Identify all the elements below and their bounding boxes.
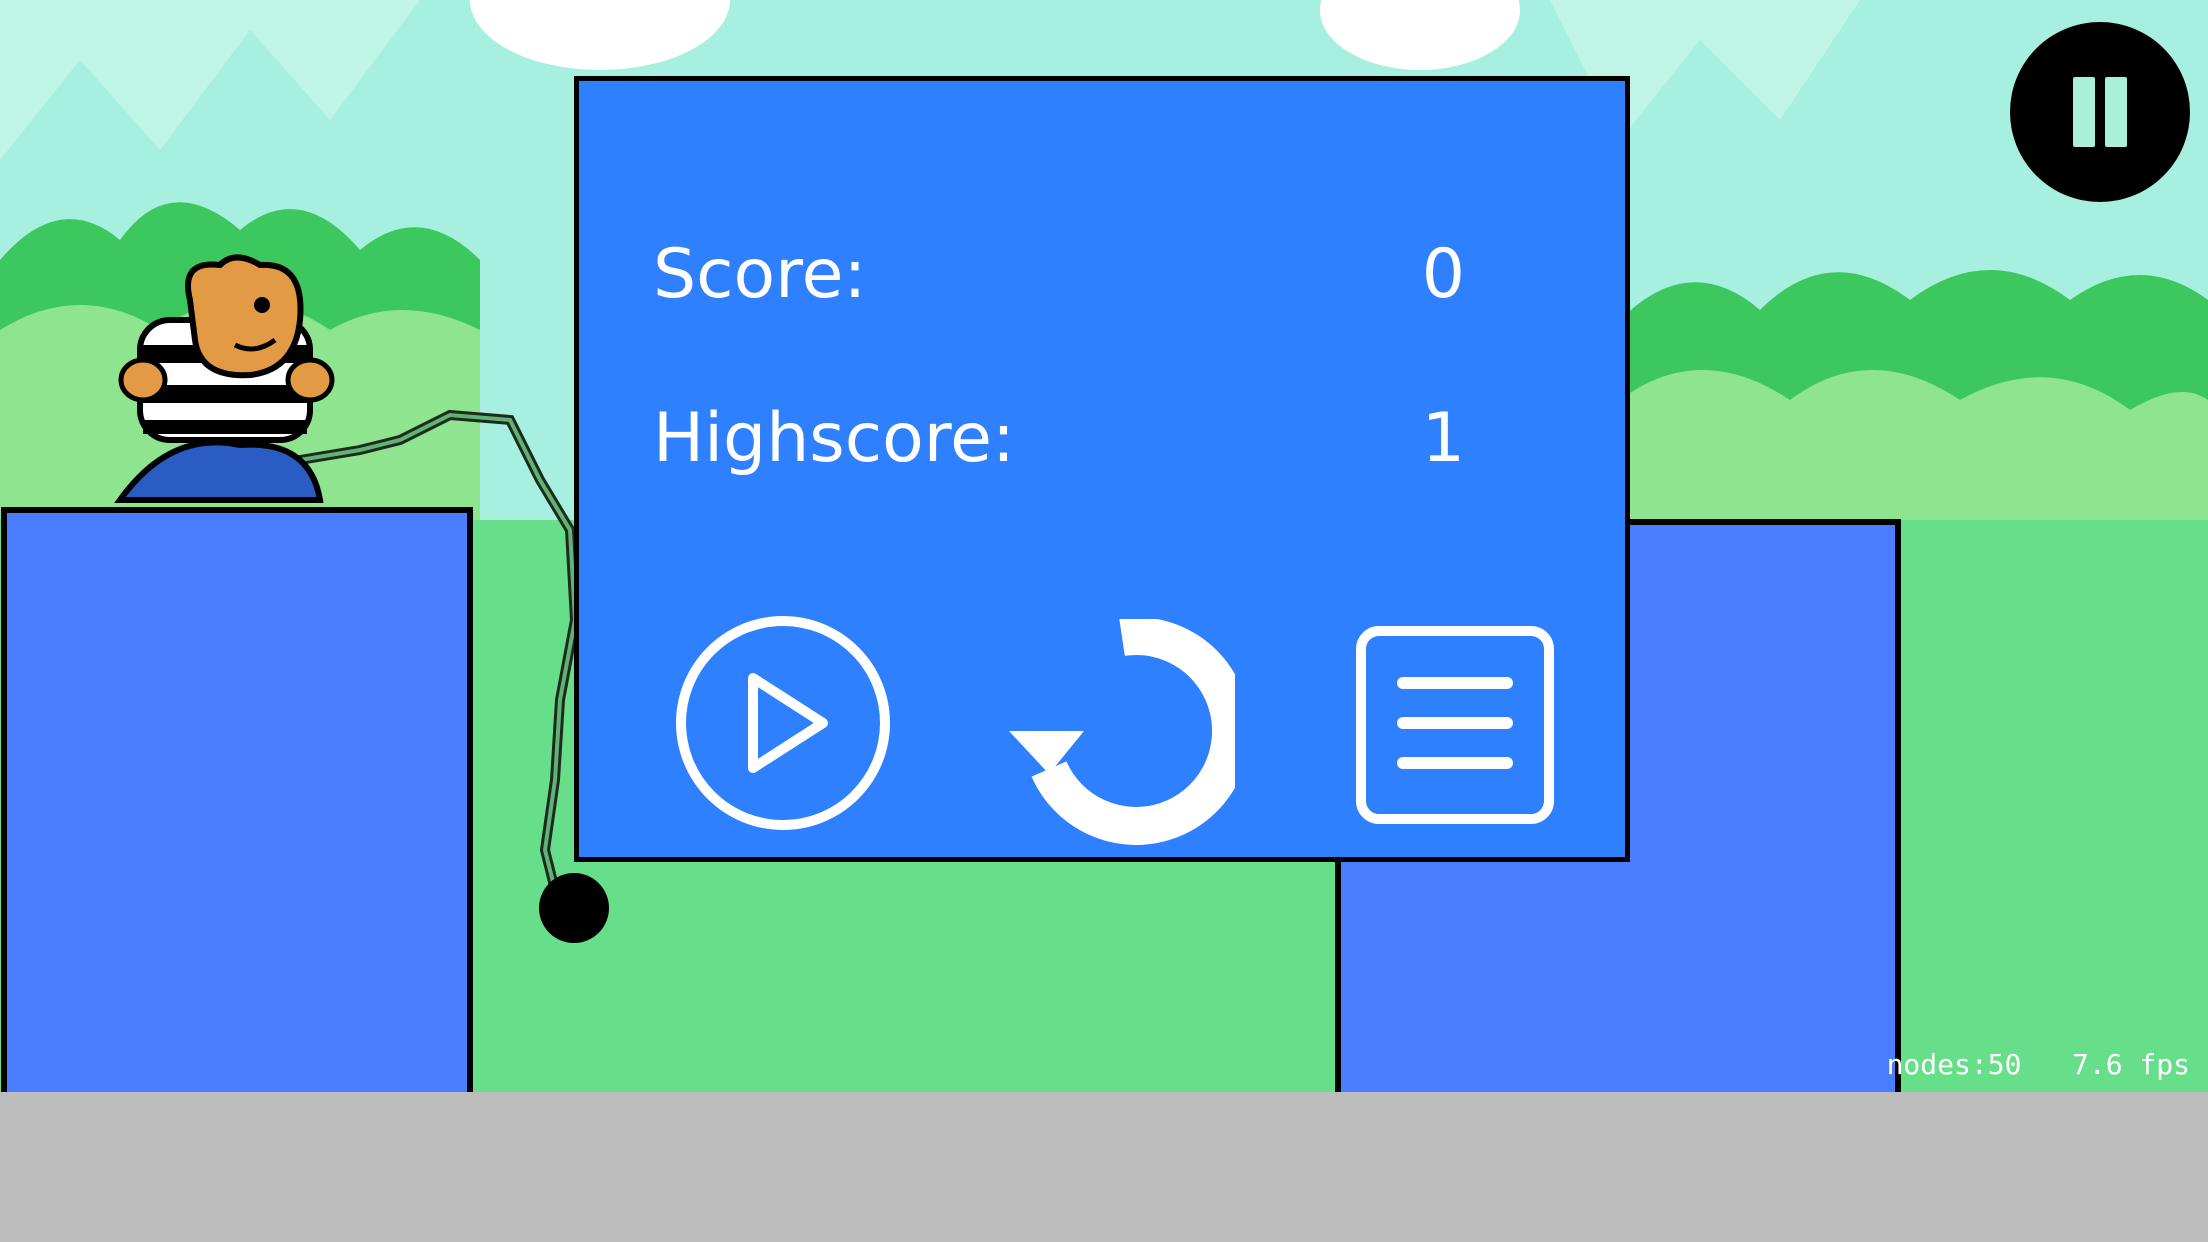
restart-button[interactable]	[1009, 616, 1250, 845]
highscore-value: 1	[1421, 399, 1465, 478]
score-value: 0	[1421, 235, 1465, 314]
score-label: Score:	[653, 235, 867, 314]
menu-button[interactable]	[1355, 625, 1555, 825]
left-pillar	[1, 507, 473, 1098]
game-over-panel: Score: 0 Highscore: 1	[574, 76, 1630, 862]
iron-ball	[539, 873, 609, 943]
pause-icon	[2073, 77, 2095, 147]
restart-icon	[1009, 616, 1250, 845]
highscore-label: Highscore:	[653, 399, 1015, 478]
resume-button[interactable]	[673, 613, 893, 833]
play-icon	[676, 616, 890, 830]
debug-stats: nodes:50 7.6 fps	[1886, 1048, 2190, 1081]
pause-icon-bar	[2105, 77, 2127, 147]
ground-strip	[0, 1092, 2208, 1242]
pause-button[interactable]	[2010, 22, 2190, 202]
menu-icon	[1356, 626, 1554, 824]
